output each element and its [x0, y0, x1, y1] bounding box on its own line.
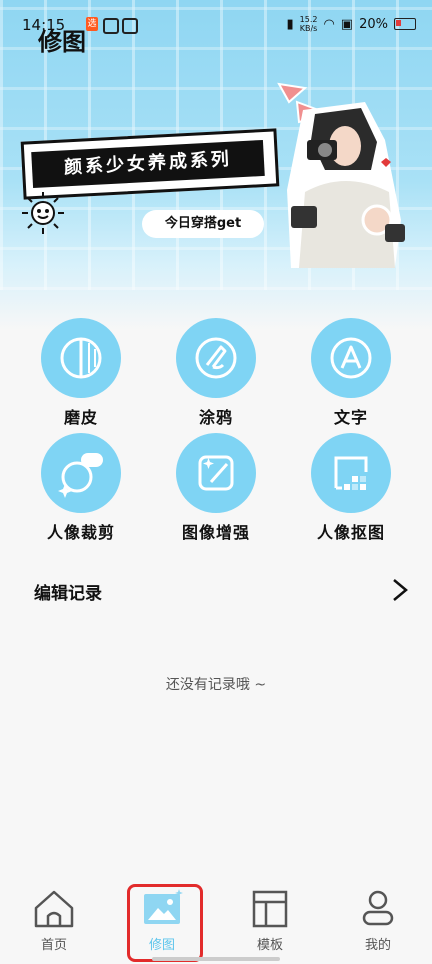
- nav-label: 我的: [364, 938, 391, 953]
- feature-image-enhance[interactable]: 图像增强: [161, 433, 271, 542]
- feature-doodle[interactable]: 涂鸦: [161, 318, 271, 427]
- feature-label: 人像抠图: [316, 523, 385, 542]
- nav-item-profile[interactable]: 我的: [343, 888, 413, 953]
- battery-percent: 20%: [359, 16, 388, 32]
- battery-icon: [394, 18, 416, 30]
- app-notification-icon: [103, 18, 119, 34]
- banner-chip[interactable]: 今日穿搭get: [142, 210, 264, 238]
- feature-text[interactable]: 文字: [296, 318, 406, 427]
- doodle-icon: [176, 318, 256, 398]
- feature-portrait-cutout[interactable]: 人像抠图: [296, 433, 406, 542]
- network-speed: 15.2 KB/s: [299, 15, 318, 33]
- template-icon: [252, 890, 288, 928]
- feature-label: 图像增强: [181, 523, 250, 542]
- feature-skin-smooth[interactable]: 磨皮: [26, 318, 136, 427]
- chevron-right-icon[interactable]: [390, 577, 410, 603]
- feature-label: 人像裁剪: [46, 523, 115, 542]
- nav-item-home[interactable]: 首页: [19, 888, 89, 953]
- portrait-cutout-icon: [311, 433, 391, 513]
- nav-item-template[interactable]: 模板: [235, 888, 305, 953]
- edit-history-header[interactable]: 编辑记录: [34, 575, 410, 607]
- home-indicator[interactable]: [152, 957, 280, 961]
- image-enhance-icon: [176, 433, 256, 513]
- empty-history-message: 还没有记录哦 ~: [165, 677, 267, 693]
- banner-area: 14:15 选 ▮ 15.2 KB/s ◠ ▣ 20% 修图 颜系少女养成系列: [0, 0, 432, 330]
- home-icon: [34, 890, 74, 928]
- profile-icon: [362, 890, 394, 926]
- sun-icon: [22, 192, 64, 234]
- sim-icon: ▣: [340, 16, 354, 32]
- notification-badge: 选: [86, 17, 98, 31]
- skin-smooth-icon: [41, 318, 121, 398]
- edit-history-title: 编辑记录: [34, 584, 102, 604]
- text-icon: [311, 318, 391, 398]
- nav-label: 首页: [40, 938, 67, 953]
- portrait-crop-icon: [41, 433, 121, 513]
- nav-label: 模板: [256, 938, 283, 953]
- banner-photo[interactable]: [285, 100, 405, 270]
- active-tab-highlight: [127, 884, 203, 962]
- bottom-navigation: 首页 修图 模板 我的: [0, 880, 432, 964]
- feature-label: 文字: [333, 408, 368, 427]
- app-notification-icon: [122, 18, 138, 34]
- status-indicators: ▮ 15.2 KB/s ◠ ▣ 20%: [286, 14, 416, 34]
- page-title: 修图: [38, 28, 86, 56]
- feature-label: 磨皮: [63, 408, 98, 427]
- feature-label: 涂鸦: [198, 408, 233, 427]
- vibrate-icon: ▮: [286, 16, 294, 32]
- feature-portrait-crop[interactable]: 人像裁剪: [26, 433, 136, 542]
- wifi-icon: ◠: [323, 16, 335, 32]
- feature-grid: 磨皮 涂鸦 文字 人像裁剪 图像增强 人像抠图: [0, 318, 432, 543]
